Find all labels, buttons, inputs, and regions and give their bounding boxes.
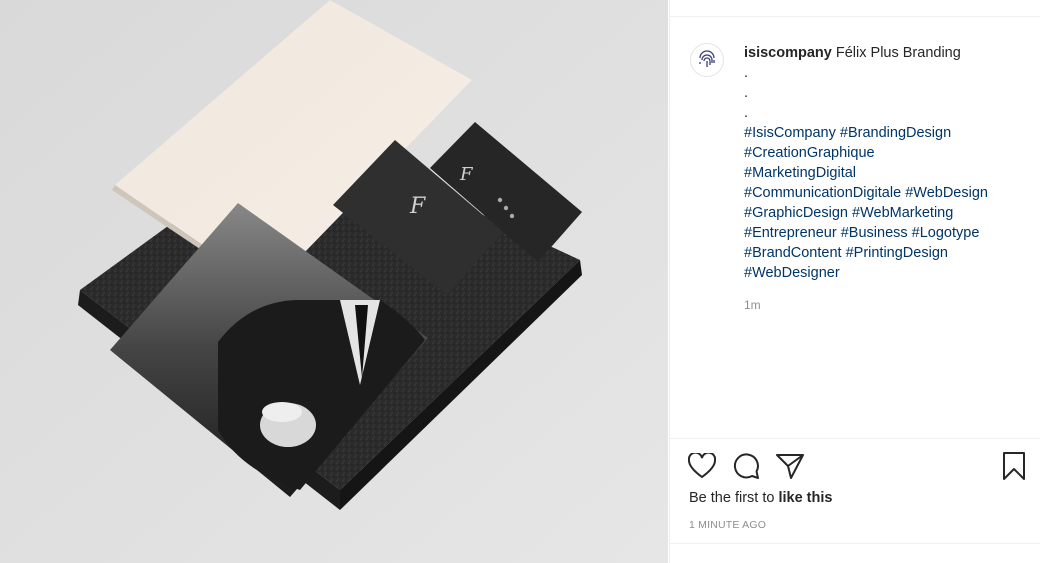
hashtag-link[interactable]: #BrandingDesign	[840, 125, 951, 141]
hashtag-link[interactable]: #CommunicationDigitale	[744, 185, 901, 201]
like-this-link[interactable]: like this	[778, 490, 832, 506]
hashtag-link[interactable]: #CreationGraphique	[744, 145, 875, 161]
hashtag-link[interactable]: #IsisCompany	[744, 125, 836, 141]
hashtag-link[interactable]: #PrintingDesign	[846, 245, 948, 261]
comment-icon	[733, 453, 759, 479]
hashtag-link[interactable]: #Business	[841, 225, 908, 241]
hashtag-list: #IsisCompany #BrandingDesign #CreationGr…	[744, 123, 1034, 283]
header-divider	[670, 16, 1040, 17]
hashtag-link[interactable]: #MarketingDigital	[744, 165, 856, 181]
caption-dot: .	[744, 105, 749, 121]
hashtag-link[interactable]: #WebDesign	[905, 185, 988, 201]
caption-dot: .	[744, 85, 749, 101]
hashtag-link[interactable]: #BrandContent	[744, 245, 842, 261]
post-caption: isiscompany Félix Plus Branding . . . #I…	[744, 43, 1034, 283]
bookmark-icon	[1003, 452, 1025, 480]
avatar[interactable]	[690, 43, 724, 77]
likes-prefix: Be the first to	[689, 490, 779, 506]
comment-button[interactable]	[731, 451, 761, 481]
like-button[interactable]	[687, 451, 717, 481]
action-bar	[687, 451, 1029, 481]
hashtag-link[interactable]: #Entrepreneur	[744, 225, 837, 241]
hashtag-link[interactable]: #GraphicDesign	[744, 205, 848, 221]
save-button[interactable]	[999, 451, 1029, 481]
likes-summary: Be the first to like this	[689, 490, 832, 506]
heart-icon	[688, 453, 716, 479]
caption-age: 1m	[744, 298, 761, 312]
hashtag-link[interactable]: #WebMarketing	[852, 205, 953, 221]
post-image[interactable]: F F	[0, 0, 668, 563]
fingerprint-icon	[699, 50, 715, 67]
svg-text:F: F	[459, 164, 474, 185]
username-link[interactable]: isiscompany	[744, 45, 832, 61]
share-button[interactable]	[775, 451, 805, 481]
post-details-panel: isiscompany Félix Plus Branding . . . #I…	[669, 0, 1040, 563]
post-title: Félix Plus Branding	[835, 45, 961, 61]
svg-text:F: F	[409, 194, 426, 219]
caption-dot: .	[744, 65, 749, 81]
actions-divider	[670, 438, 1040, 439]
hashtag-link[interactable]: #Logotype	[912, 225, 980, 241]
post-timestamp[interactable]: 1 MINUTE AGO	[689, 519, 766, 531]
share-icon	[776, 454, 804, 479]
hashtag-link[interactable]: #WebDesigner	[744, 265, 840, 281]
bottom-divider	[670, 543, 1040, 544]
